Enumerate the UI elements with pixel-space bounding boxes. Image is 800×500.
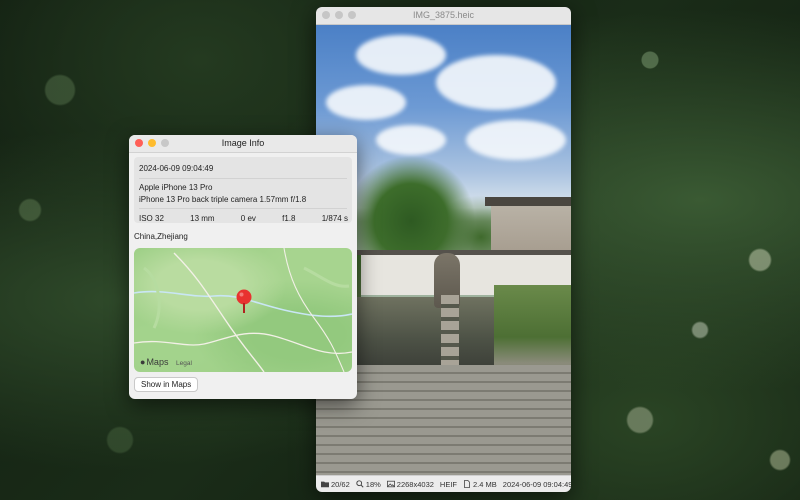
viewer-statusbar: 20/62 18% 2268x4032 HEIF 2.4 MB 2024-06-… [316, 475, 571, 492]
show-in-maps-button[interactable]: Show in Maps [134, 377, 199, 392]
zoom-level: 18% [356, 480, 381, 489]
info-title: Image Info [221, 138, 265, 148]
exif-iso: ISO 32 [139, 214, 164, 223]
camera-device: Apple iPhone 13 Pro [139, 183, 213, 192]
image-dimensions: 2268x4032 [386, 480, 434, 489]
exif-focal-length: 13 mm [190, 214, 215, 223]
camera-lens: iPhone 13 Pro back triple camera 1.57mm … [139, 195, 307, 204]
map-legal-link[interactable]: Legal [176, 360, 192, 367]
location-map[interactable]: ● Maps Legal [134, 248, 352, 372]
info-titlebar[interactable]: Image Info [129, 135, 357, 153]
magnifier-icon [356, 480, 364, 488]
document-icon [464, 480, 470, 488]
folder-icon [321, 481, 329, 488]
image-index: 20/62 [321, 480, 350, 489]
exif-row: ISO 32 13 mm 0 ev f1.8 1/874 s [139, 214, 348, 223]
viewer-titlebar[interactable]: IMG_3875.heic [316, 7, 571, 25]
apple-logo-icon: ● [140, 357, 146, 367]
capture-date: 2024-06-09 09:04:49 [502, 479, 571, 489]
location-pin-icon[interactable] [235, 289, 253, 313]
exif-exposure-bias: 0 ev [240, 214, 256, 223]
capture-datetime: 2024-06-09 09:04:49 [139, 164, 214, 173]
metadata-panel: 2024-06-09 09:04:49 Apple iPhone 13 Pro … [134, 157, 352, 223]
exif-aperture: f1.8 [282, 214, 296, 223]
image-format: HEIF [439, 479, 458, 489]
maps-logo: ● Maps [140, 357, 169, 367]
image-info-window: Image Info 2024-06-09 09:04:49 Apple iPh… [129, 135, 357, 399]
location-label: China,Zhejiang [134, 232, 188, 241]
exif-shutter-speed: 1/874 s [321, 214, 348, 223]
image-icon [386, 480, 395, 488]
viewer-title: IMG_3875.heic [412, 10, 475, 20]
file-size: 2.4 MB [463, 480, 497, 489]
